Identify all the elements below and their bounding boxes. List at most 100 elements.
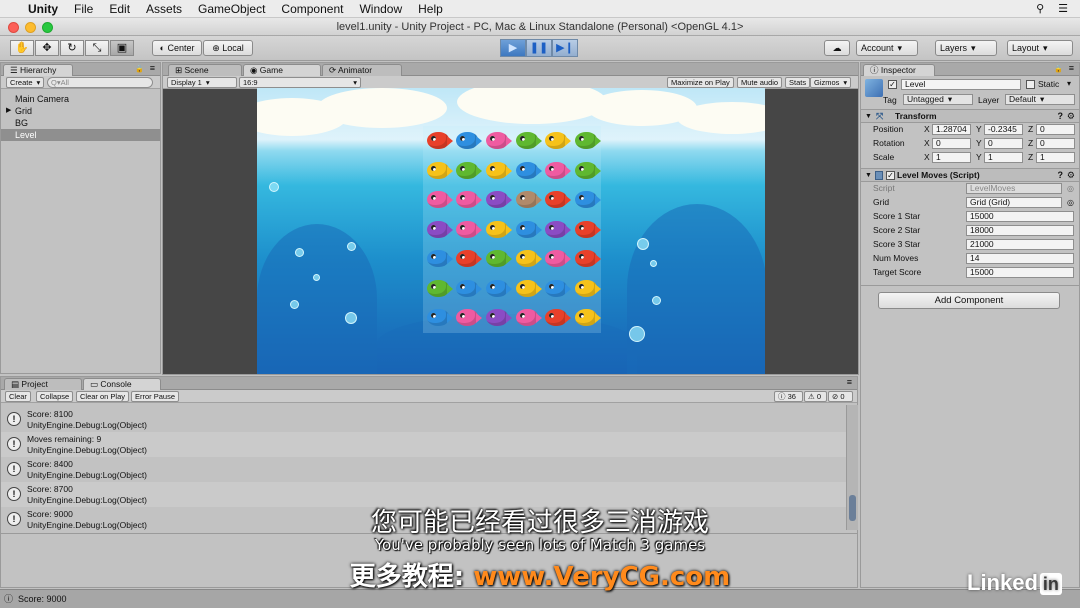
move-tool-icon[interactable]: ✥ [35, 40, 59, 56]
hierarchy-item-level[interactable]: Level [1, 129, 160, 141]
fish-piece-pink[interactable] [541, 244, 572, 274]
fish-piece-pink[interactable] [453, 185, 483, 215]
fish-piece-blue[interactable] [541, 274, 572, 304]
rotation-z-field[interactable]: 0 [1036, 138, 1075, 149]
fish-piece-purple[interactable] [423, 215, 453, 245]
fish-piece-pink[interactable] [541, 156, 572, 186]
create-dropdown[interactable]: Create [6, 77, 45, 88]
tab-game[interactable]: ◉ Game [243, 64, 321, 76]
maximize-on-play-toggle[interactable]: Maximize on Play [667, 77, 734, 88]
collapse-toggle[interactable]: Collapse [36, 391, 74, 402]
notification-list-icon[interactable]: ☰ [1058, 2, 1068, 15]
num-moves-field[interactable]: 14 [966, 253, 1074, 264]
console-entry[interactable]: ! Score: 8400 UnityEngine.Debug:Log(Obje… [1, 457, 846, 482]
active-checkbox[interactable]: ✓ [888, 80, 897, 89]
fish-piece-blue[interactable] [571, 185, 601, 215]
fish-piece-blue[interactable] [482, 274, 512, 304]
fish-piece-yellow[interactable] [482, 215, 512, 245]
fish-piece-green[interactable] [571, 126, 601, 156]
stats-toggle[interactable]: Stats [785, 77, 811, 88]
layers-dropdown[interactable]: Layers [935, 40, 997, 56]
fish-piece-yellow[interactable] [512, 244, 542, 274]
fish-piece-green[interactable] [571, 156, 601, 186]
rotate-tool-icon[interactable]: ↻ [60, 40, 84, 56]
panel-menu-icon[interactable]: ≡ [1069, 63, 1074, 73]
menu-component[interactable]: Component [281, 2, 343, 16]
fish-piece-pink[interactable] [423, 185, 453, 215]
account-dropdown[interactable]: Account [856, 40, 918, 56]
lock-icon[interactable]: 🔒 [135, 65, 144, 73]
fish-piece-purple[interactable] [541, 215, 572, 245]
panel-menu-icon[interactable]: ≡ [150, 63, 155, 73]
gear-icon[interactable]: ⚙ [1067, 169, 1075, 182]
play-button[interactable]: ▶ [500, 39, 526, 57]
rotation-x-field[interactable]: 0 [932, 138, 971, 149]
tab-project[interactable]: ▤ Project [4, 378, 82, 390]
menu-app[interactable]: Unity [28, 2, 58, 16]
pause-button[interactable]: ❚❚ [526, 39, 552, 57]
menu-help[interactable]: Help [418, 2, 443, 16]
lock-icon[interactable]: 🔒 [1054, 65, 1063, 73]
match3-grid[interactable] [423, 126, 601, 333]
fish-piece-pink[interactable] [453, 303, 483, 333]
layer-dropdown[interactable]: Default [1005, 94, 1075, 105]
fish-piece-blue[interactable] [423, 244, 453, 274]
pivot-center-toggle[interactable]: ◐ Center [152, 40, 202, 56]
rotation-y-field[interactable]: 0 [984, 138, 1023, 149]
fish-piece-blue[interactable] [453, 126, 483, 156]
hand-tool-icon[interactable]: ✋ [10, 40, 34, 56]
fish-piece-red[interactable] [541, 303, 572, 333]
fish-piece-yellow[interactable] [571, 303, 601, 333]
fish-piece-pink[interactable] [453, 215, 483, 245]
fish-piece-pink[interactable] [512, 303, 542, 333]
position-z-field[interactable]: 0 [1036, 124, 1075, 135]
tab-scene[interactable]: ⊞ Scene [168, 64, 242, 76]
menu-file[interactable]: File [74, 2, 93, 16]
expand-arrow-icon[interactable]: ▶ [6, 105, 11, 117]
score2-star-field[interactable]: 18000 [966, 225, 1074, 236]
display-dropdown[interactable]: Display 1 [167, 77, 237, 88]
close-window-button[interactable] [8, 22, 19, 33]
fish-piece-yellow[interactable] [541, 126, 572, 156]
hierarchy-item-main-camera[interactable]: Main Camera [1, 93, 160, 105]
error-pause-toggle[interactable]: Error Pause [131, 391, 180, 402]
spotlight-search-icon[interactable]: ⚲ [1036, 2, 1044, 15]
fish-piece-blue[interactable] [423, 303, 453, 333]
clear-button[interactable]: Clear [5, 391, 31, 402]
help-icon[interactable]: ? [1058, 110, 1064, 123]
cloud-icon[interactable]: ☁ [824, 40, 850, 56]
fish-piece-green[interactable] [423, 274, 453, 304]
fish-piece-purple[interactable] [482, 185, 512, 215]
fish-piece-red[interactable] [571, 244, 601, 274]
panel-menu-icon[interactable]: ≡ [847, 377, 852, 387]
fish-piece-red[interactable] [423, 126, 453, 156]
tag-dropdown[interactable]: Untagged [903, 94, 973, 105]
level-moves-header[interactable]: ▼ ✓ Level Moves (Script) ? ⚙ [861, 168, 1079, 182]
hierarchy-item-grid[interactable]: ▶ Grid [1, 105, 160, 117]
gear-icon[interactable]: ⚙ [1067, 110, 1075, 123]
game-view-render[interactable] [257, 88, 765, 374]
fish-piece-red[interactable] [453, 244, 483, 274]
tab-hierarchy[interactable]: ☰ Hierarchy [3, 64, 73, 76]
zoom-window-button[interactable] [42, 22, 53, 33]
clear-on-play-toggle[interactable]: Clear on Play [76, 391, 130, 402]
fish-piece-green[interactable] [453, 156, 483, 186]
console-entry[interactable]: ! Moves remaining: 9 UnityEngine.Debug:L… [1, 432, 846, 457]
fish-piece-green[interactable] [512, 126, 542, 156]
log-count-toggle[interactable]: ⓘ 36 [774, 391, 803, 402]
collapse-arrow-icon[interactable]: ▼ [865, 110, 872, 123]
object-name-input[interactable]: Level [901, 79, 1021, 90]
minimize-window-button[interactable] [25, 22, 36, 33]
tab-animator[interactable]: ⟳ Animator [322, 64, 402, 76]
fish-piece-green[interactable] [482, 244, 512, 274]
add-component-button[interactable]: Add Component [878, 292, 1060, 309]
fish-piece-red[interactable] [571, 215, 601, 245]
hierarchy-item-bg[interactable]: BG [1, 117, 160, 129]
fish-piece-yellow[interactable] [512, 274, 542, 304]
mute-audio-toggle[interactable]: Mute audio [737, 77, 783, 88]
scale-y-field[interactable]: 1 [984, 152, 1023, 163]
scale-x-field[interactable]: 1 [932, 152, 971, 163]
console-entry[interactable]: ! Score: 8100 UnityEngine.Debug:Log(Obje… [1, 407, 846, 432]
fish-piece-blue[interactable] [512, 156, 542, 186]
enable-script-checkbox[interactable]: ✓ [886, 171, 895, 180]
